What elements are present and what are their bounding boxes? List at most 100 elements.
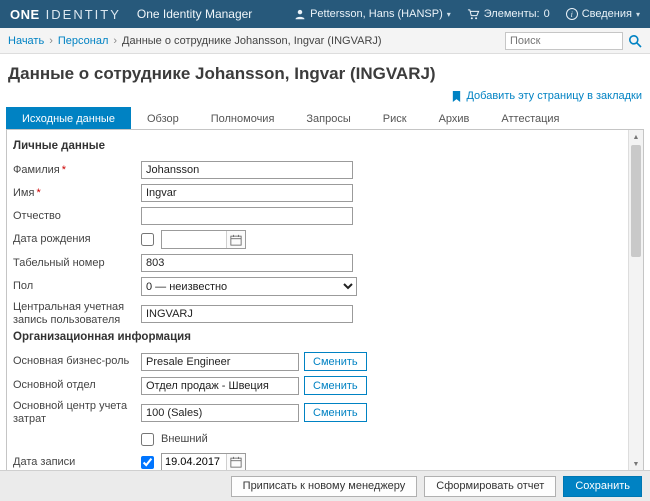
tab-history[interactable]: Архив [422,107,486,129]
user-name: Pettersson, Hans (HANSP) [310,8,443,20]
calendar-icon[interactable] [226,231,245,248]
entry-date-checkbox[interactable] [141,455,154,469]
scrollbar[interactable]: ▲ ▼ [628,130,643,471]
main-area: Данные о сотруднике Johansson, Ingvar (I… [0,54,650,472]
business-role-input[interactable] [141,352,299,371]
section-personal-data: Личные данные [13,140,105,152]
tab-requests[interactable]: Запросы [290,107,367,129]
field-department: Основной отдел Сменить [13,376,621,396]
action-bar: Приписать к новому менеджеру Сформироват… [0,470,650,501]
field-personnel-number: Табельный номер [13,254,621,272]
field-business-role: Основная бизнес-роль Сменить [13,352,621,372]
info-icon: i [565,8,578,20]
user-icon [295,9,305,19]
field-label: Дата записи [13,455,76,468]
external-label: Внешний [161,433,208,446]
breadcrumb-bar: Начать › Персонал › Данные о сотруднике … [0,28,650,54]
bookmark-icon [453,90,461,102]
field-label: Основная бизнес-роль [13,355,130,368]
bookmark-row: Добавить эту страницу в закладки [6,88,642,104]
central-account-input[interactable] [141,304,353,323]
tab-bar: Исходные данные Обзор Полномочия Запросы… [6,107,644,129]
tab-overview[interactable]: Обзор [130,107,195,129]
field-label: Отчество [13,209,61,222]
department-input[interactable] [141,376,299,395]
breadcrumb: Начать › Персонал › Данные о сотруднике … [8,35,382,47]
breadcrumb-current: Данные о сотруднике Johansson, Ingvar (I… [122,34,382,47]
scroll-up-button[interactable]: ▲ [629,130,643,144]
birth-date-input[interactable] [162,232,226,247]
brand-one: ONE [10,6,40,22]
field-middle-name: Отчество [13,207,621,225]
field-birth-date: Дата рождения [13,230,621,249]
field-label: Основной центр учета затрат [13,400,128,425]
field-gender: Пол 0 — неизвестно [13,277,621,296]
section-org-info: Организационная информация [13,331,191,344]
entry-date-group [161,452,246,471]
breadcrumb-home[interactable]: Начать [8,35,44,47]
search-button[interactable] [628,34,642,48]
calendar-icon[interactable] [226,453,245,471]
search-area [505,31,642,50]
field-entry-date: Дата записи [13,452,621,471]
field-central-account: Центральная учетная запись пользователя [13,301,621,326]
field-first-name: Имя * [13,184,621,202]
tab-entitlements[interactable]: Полномочия [194,107,291,129]
search-input[interactable] [505,31,623,50]
user-menu[interactable]: Pettersson, Hans (HANSP) ▾ [294,8,451,21]
cart-menu[interactable]: Элементы: 0 [467,8,550,21]
tab-attestation[interactable]: Аттестация [485,107,576,129]
scrollbar-thumb[interactable] [631,145,641,257]
field-label: Центральная учетная запись пользователя [13,301,125,326]
bookmark-link[interactable]: Добавить эту страницу в закладки [466,90,642,102]
info-menu[interactable]: i Сведения ▾ [565,8,640,20]
tab-master-data[interactable]: Исходные данные [6,107,131,129]
tab-risk[interactable]: Риск [366,107,423,129]
field-label: Дата рождения [13,233,91,246]
app-title: One Identity Manager [136,7,253,21]
generate-report-button[interactable]: Сформировать отчет [424,475,557,497]
form-panel: Личные данные Фамилия* Имя* Отчество Дат… [6,129,644,472]
assign-new-manager-button[interactable]: Приписать к новому менеджеру [230,475,418,497]
field-external: Внешний [13,431,621,448]
field-label: Пол [13,280,34,293]
field-cost-center: Основной центр учета затрат Сменить [13,400,621,425]
cart-icon [467,8,480,19]
form-scroll-area: Личные данные Фамилия* Имя* Отчество Дат… [7,130,627,471]
first-name-input[interactable] [141,184,353,202]
external-checkbox[interactable] [141,432,154,446]
breadcrumb-separator-icon: › [113,34,118,47]
gender-select[interactable]: 0 — неизвестно [141,277,357,296]
birth-date-group [161,230,246,249]
info-label: Сведения [581,8,632,20]
one-identity-logo: ONE IDENTITY One Identity Manager [10,7,252,22]
top-bar: ONE IDENTITY One Identity Manager Petter… [0,0,650,28]
chevron-down-icon: ▾ [635,9,640,19]
search-icon [629,34,642,48]
top-bar-right: Pettersson, Hans (HANSP) ▾ Элементы: 0 i… [294,8,640,21]
field-label: Фамилия * [13,163,66,176]
cost-center-input[interactable] [141,403,299,422]
breadcrumb-personnel[interactable]: Персонал [58,35,109,47]
breadcrumb-separator-icon: › [49,34,53,47]
save-button[interactable]: Сохранить [563,475,642,497]
chevron-down-icon: ▾ [446,9,451,19]
elements-count: 0 [543,8,550,20]
last-name-input[interactable] [141,161,353,179]
field-label: Табельный номер [13,256,105,269]
change-cost-center-button[interactable]: Сменить [304,403,367,423]
field-last-name: Фамилия * [13,161,621,179]
scroll-down-button[interactable]: ▼ [629,457,643,471]
brand-identity: IDENTITY [45,6,121,22]
birth-date-checkbox[interactable] [141,233,154,246]
entry-date-input[interactable] [162,454,226,470]
change-business-role-button[interactable]: Сменить [304,352,367,372]
required-asterisk: * [61,163,66,176]
change-department-button[interactable]: Сменить [304,376,367,396]
personnel-number-input[interactable] [141,254,353,272]
page-title: Данные о сотруднике Johansson, Ingvar (I… [8,64,436,83]
required-asterisk: * [36,186,41,199]
elements-label: Элементы: [483,8,540,20]
field-label: Имя * [13,186,41,199]
middle-name-input[interactable] [141,207,353,225]
